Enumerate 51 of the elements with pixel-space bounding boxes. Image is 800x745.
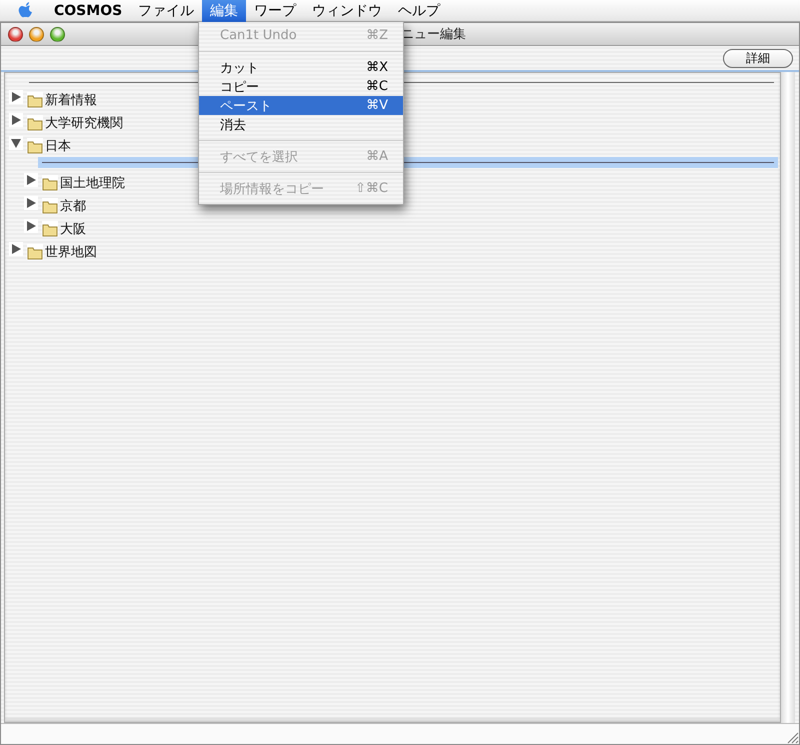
menu-title[interactable]: ウィンドウ	[304, 0, 390, 22]
menu-item[interactable]: カット ⌘X	[199, 58, 403, 77]
apple-icon[interactable]	[18, 2, 34, 20]
menu-item-label: 場所情報をコピー	[220, 180, 324, 198]
shortcut: ⌘V	[366, 98, 388, 113]
folder-icon	[27, 92, 43, 108]
menu-item-label: コピー	[220, 78, 259, 96]
tree-item[interactable]: 京都	[60, 196, 86, 214]
menu-title[interactable]: 編集	[202, 0, 246, 22]
menu-item[interactable]: 消去	[199, 115, 403, 134]
disclosure-triangle-icon[interactable]	[24, 172, 38, 186]
close-button[interactable]	[8, 26, 23, 42]
menu-title[interactable]: ワープ	[246, 0, 304, 22]
menu-item[interactable]: ペースト ⌘V	[199, 96, 403, 115]
minimize-button[interactable]	[29, 26, 44, 42]
shortcut: ⇧⌘C	[355, 181, 388, 196]
folder-icon	[27, 138, 43, 154]
disclosure-triangle-icon[interactable]	[9, 112, 23, 126]
tree-item[interactable]: 新着情報	[45, 90, 97, 108]
disclosure-triangle-icon[interactable]	[24, 196, 38, 210]
disclosure-triangle-icon[interactable]	[9, 136, 23, 150]
details-button[interactable]: 詳細	[723, 48, 793, 68]
tree-item[interactable]: 大学研究機関	[45, 114, 123, 132]
zoom-button[interactable]	[50, 26, 65, 42]
tree-item[interactable]: 国土地理院	[60, 174, 125, 192]
shortcut: ⌘C	[366, 79, 388, 94]
menu-item-label: Can1t Undo	[220, 28, 297, 43]
disclosure-triangle-icon[interactable]	[24, 218, 38, 232]
folder-icon	[27, 114, 43, 130]
shortcut: ⌘A	[366, 149, 388, 164]
menu-item[interactable]: コピー ⌘C	[199, 77, 403, 96]
scrollbar[interactable]	[780, 72, 795, 723]
menu-title[interactable]: ファイル	[130, 0, 202, 22]
menu-item-label: すべてを選択	[220, 148, 298, 166]
resize-grip-icon[interactable]	[785, 730, 799, 744]
menu-title[interactable]: ヘルプ	[390, 0, 448, 22]
shortcut: ⌘Z	[366, 28, 388, 43]
folder-icon	[42, 220, 58, 236]
folder-icon	[27, 244, 43, 260]
disclosure-triangle-icon[interactable]	[9, 242, 23, 256]
tree-item[interactable]: 日本	[45, 136, 71, 154]
folder-icon	[42, 198, 58, 214]
menu-item-label: 消去	[220, 116, 246, 134]
tree-item[interactable]: 世界地図	[45, 242, 97, 260]
folder-icon	[42, 174, 58, 190]
app-menu[interactable]: COSMOS	[46, 0, 130, 22]
shortcut: ⌘X	[366, 60, 388, 75]
menu-item-label: ペースト	[220, 98, 272, 114]
disclosure-triangle-icon[interactable]	[9, 90, 23, 104]
menu-item-label: カット	[220, 60, 259, 76]
tree-item[interactable]: 大阪	[60, 220, 86, 238]
